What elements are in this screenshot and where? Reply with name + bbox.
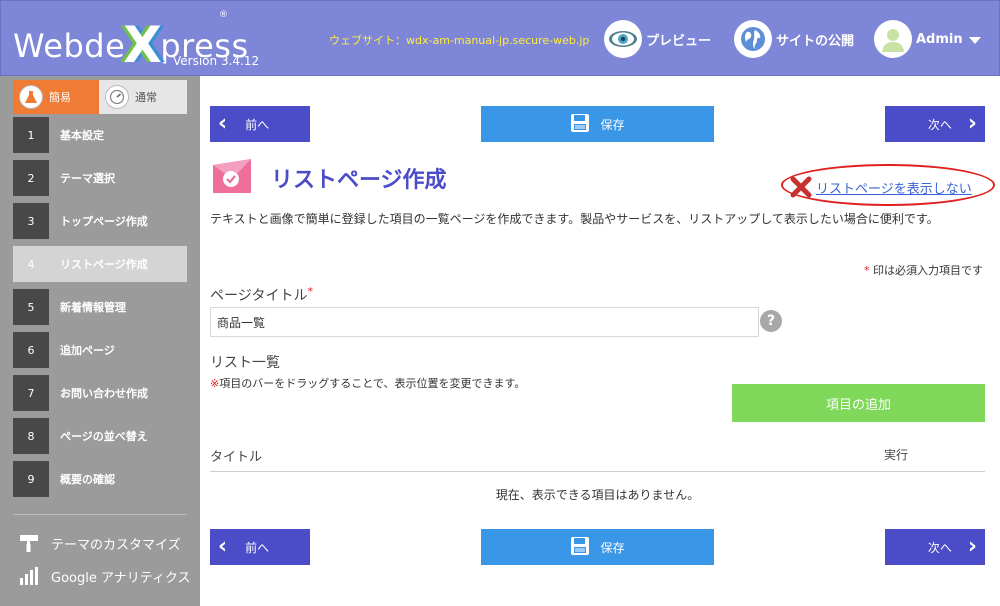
list-page-envelope-icon bbox=[210, 155, 254, 199]
admin-menu[interactable]: Admin bbox=[874, 19, 981, 59]
sidebar-step-page-order[interactable]: 8 ページの並べ替え bbox=[13, 418, 187, 454]
hide-list-page-link[interactable]: リストページを表示しない bbox=[790, 176, 972, 198]
version-label: Version 3.4.12 bbox=[173, 54, 260, 68]
user-avatar-icon bbox=[874, 20, 912, 58]
save-button-bottom[interactable]: 保存 bbox=[481, 529, 714, 565]
column-header-title: タイトル bbox=[210, 450, 263, 465]
app-header: WebdeXpress ® Version 3.4.12 ウェブサイト：wdx-a… bbox=[0, 0, 1000, 76]
publish-site-button[interactable]: サイトの公開 bbox=[734, 19, 854, 59]
chevron-down-icon bbox=[968, 36, 981, 44]
drag-instruction: ※項目のバーをドラッグすることで、表示位置を変更できます。 bbox=[210, 377, 526, 390]
eye-icon bbox=[604, 20, 642, 58]
sidebar-step-list-page[interactable]: 4 リストページ作成 bbox=[13, 246, 187, 282]
prev-button-top[interactable]: ‹ 前へ bbox=[210, 106, 310, 142]
website-url[interactable]: ウェブサイト：wdx-am-manual-jp.secure-web.jp bbox=[329, 32, 589, 48]
paint-roller-icon bbox=[18, 532, 40, 554]
page-title: リストページ作成 bbox=[271, 168, 447, 193]
table-divider bbox=[210, 471, 985, 472]
bar-chart-icon bbox=[18, 565, 40, 587]
sidebar-divider bbox=[13, 514, 187, 515]
list-section-label: リスト一覧 bbox=[210, 355, 280, 371]
help-icon[interactable]: ? bbox=[760, 310, 782, 332]
preview-button[interactable]: プレビュー bbox=[604, 19, 711, 59]
sidebar-step-additional-page[interactable]: 6 追加ページ bbox=[13, 332, 187, 368]
sidebar-step-theme-select[interactable]: 2 テーマ選択 bbox=[13, 160, 187, 196]
mode-easy-tab[interactable]: 簡易 bbox=[13, 80, 99, 114]
sidebar-step-contact[interactable]: 7 お問い合わせ作成 bbox=[13, 375, 187, 411]
sidebar-step-news[interactable]: 5 新着情報管理 bbox=[13, 289, 187, 325]
close-x-icon bbox=[790, 176, 812, 198]
required-note: * 印は必須入力項目です bbox=[864, 264, 983, 277]
sidebar-step-overview[interactable]: 9 概要の確認 bbox=[13, 461, 187, 497]
floppy-disk-icon bbox=[570, 113, 590, 136]
globe-icon bbox=[734, 20, 772, 58]
add-item-button[interactable]: 項目の追加 bbox=[732, 384, 985, 422]
chevron-right-icon: › bbox=[967, 111, 977, 136]
sidebar-step-basic-settings[interactable]: 1 基本設定 bbox=[13, 117, 187, 153]
sidebar-tool-google-analytics[interactable]: Google アナリティクス bbox=[18, 565, 191, 587]
empty-list-message: 現在、表示できる項目はありません。 bbox=[495, 488, 700, 502]
sidebar-step-top-page[interactable]: 3 トップページ作成 bbox=[13, 203, 187, 239]
page-title-field-label: ページタイトル* bbox=[210, 285, 313, 304]
next-button-top[interactable]: 次へ › bbox=[885, 106, 985, 142]
chevron-left-icon: ‹ bbox=[218, 534, 228, 559]
next-button-bottom[interactable]: 次へ › bbox=[885, 529, 985, 565]
chevron-left-icon: ‹ bbox=[218, 111, 228, 136]
page-title-input[interactable] bbox=[210, 307, 759, 337]
chevron-right-icon: › bbox=[967, 534, 977, 559]
prev-button-bottom[interactable]: ‹ 前へ bbox=[210, 529, 310, 565]
flask-icon bbox=[19, 85, 43, 109]
save-button-top[interactable]: 保存 bbox=[481, 106, 714, 142]
page-description: テキストと画像で簡単に登録した項目の一覧ページを作成できます。製品やサービスを、… bbox=[210, 212, 939, 226]
mode-normal-tab[interactable]: 通常 bbox=[99, 80, 187, 114]
sidebar: 簡易 通常 1 基本設定 2 テーマ選択 3 トップページ作成 4 リストページ作成 5… bbox=[0, 76, 200, 606]
sidebar-tool-theme-customize[interactable]: テーマのカスタマイズ bbox=[18, 532, 181, 554]
floppy-disk-icon bbox=[570, 536, 590, 559]
column-header-action: 実行 bbox=[884, 448, 909, 462]
gauge-icon bbox=[105, 85, 129, 109]
